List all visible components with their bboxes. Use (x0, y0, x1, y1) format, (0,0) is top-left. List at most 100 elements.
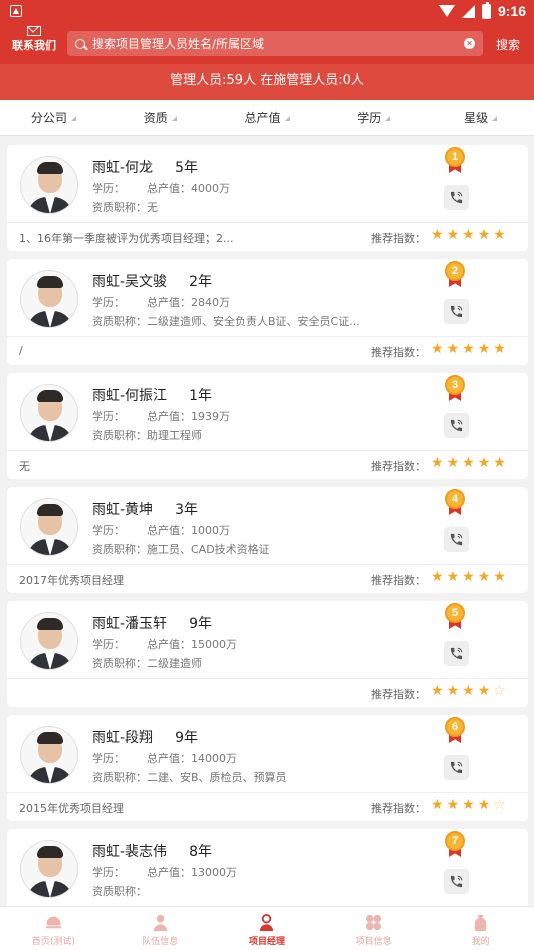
card-divider (7, 222, 528, 223)
manager-info: 学历： 总产值：13000万 (92, 864, 237, 880)
manager-info: 学历： 总产值：2840万 (92, 294, 230, 310)
star-filled-icon: ★ (462, 227, 475, 243)
caret-down-icon (385, 116, 391, 121)
manager-years: 9年 (175, 730, 198, 746)
manager-card[interactable]: 雨虹-潘玉轩 9年 学历： 总产值：15000万 资质职称：二级建造师 5 推荐指数： ★ ★ ★… (7, 601, 528, 707)
cert-value: 二建、安B、质检员、预算员 (147, 771, 287, 784)
avatar (20, 726, 78, 784)
call-button[interactable] (444, 755, 469, 780)
star-empty-icon: ☆ (493, 797, 506, 813)
star-filled-icon: ★ (462, 797, 475, 813)
rank-number: 2 (445, 261, 465, 281)
manager-note: 2015年优秀项目经理 (19, 802, 124, 815)
manager-card[interactable]: 雨虹-黄坤 3年 学历： 总产值：1000万 资质职称：施工员、CAD技术资格证 4 201… (7, 487, 528, 593)
manager-years: 2年 (189, 274, 212, 290)
filter-label: 星级 (464, 111, 489, 125)
app-notification-icon: ▲ (10, 5, 22, 17)
manager-cert: 资质职称：二级建造师、安全负责人B证、安全员C证... (92, 313, 377, 329)
rating-stars: ★★★★☆ (431, 798, 506, 812)
manager-name-line: 雨虹-裴志伟 8年 (92, 841, 212, 861)
team-icon (151, 913, 170, 932)
star-filled-icon: ★ (493, 341, 506, 357)
rank-medal-icon: 1 (444, 147, 466, 173)
output-label: 总产值： (147, 524, 191, 537)
output-value: 15000万 (191, 638, 237, 651)
filter-qualification[interactable]: 资质 (107, 100, 214, 135)
cert-label: 资质职称： (92, 771, 147, 784)
education-label: 学历： (92, 524, 125, 537)
tab-team[interactable]: 队伍信息 (107, 907, 214, 950)
call-button[interactable] (444, 299, 469, 324)
filter-star-level[interactable]: 星级 (427, 100, 534, 135)
manager-name-line: 雨虹-段翔 9年 (92, 727, 198, 747)
tab-home[interactable]: 首页(测试) (0, 907, 107, 950)
manager-cert: 资质职称： (92, 883, 377, 899)
manager-card[interactable]: 雨虹-吴文骏 2年 学历： 总产值：2840万 资质职称：二级建造师、安全负责人B证、安… (7, 259, 528, 365)
rank-number: 1 (445, 147, 465, 167)
call-button[interactable] (444, 869, 469, 894)
contact-us-button[interactable]: 联系我们 (6, 24, 62, 64)
card-divider (7, 564, 528, 565)
rating-stars: ★ ★ ★ ★ ★ (431, 228, 506, 242)
filter-branch[interactable]: 分公司 (0, 100, 107, 135)
call-button[interactable] (444, 641, 469, 666)
rank-medal-icon: 3 (444, 375, 466, 401)
search-input[interactable] (92, 36, 464, 51)
education-label: 学历： (92, 866, 125, 879)
manager-card[interactable]: 雨虹-何振江 1年 学历： 总产值：1939万 资质职称：助理工程师 3 无推荐指数： ★ ★ ★… (7, 373, 528, 479)
star-filled-icon: ★ (477, 683, 491, 699)
manager-name: 雨虹-段翔 (92, 730, 154, 746)
cert-value: 二级建造师、安全负责人B证、安全员C证... (147, 315, 360, 328)
manager-name: 雨虹-何振江 (92, 388, 168, 404)
manager-years: 9年 (189, 616, 212, 632)
star-filled-icon: ★ (493, 227, 506, 243)
filter-label: 资质 (143, 111, 168, 125)
tab-manager[interactable]: 项目经理 (214, 907, 321, 950)
tab-profile[interactable]: 我的 (427, 907, 534, 950)
rating-label: 推荐指数： (371, 346, 426, 359)
clock: 9:16 (497, 3, 526, 19)
rating-stars: ★ ★ ★ ★ ★ (431, 456, 506, 470)
manager-card[interactable]: 雨虹-段翔 9年 学历： 总产值：14000万 资质职称：二建、安B、质检员、预算员 6 2… (7, 715, 528, 821)
star-filled-icon: ★ (446, 569, 460, 585)
manager-card[interactable]: 雨虹-何龙 5年 学历： 总产值：4000万 资质职称：无 1 1、16年第一季度被评为优秀… (7, 145, 528, 251)
filter-education[interactable]: 学历 (320, 100, 427, 135)
cert-value: 无 (147, 201, 158, 214)
card-divider (7, 678, 528, 679)
star-empty-icon: ☆ (493, 683, 506, 699)
manager-note: / (19, 344, 23, 357)
rating-stars: ★ ★ ★ ★ ★ (431, 570, 506, 584)
manager-years: 5年 (175, 160, 198, 176)
rank-number: 5 (445, 603, 465, 623)
manager-cert: 资质职称：无 (92, 199, 377, 215)
call-button[interactable] (444, 527, 469, 552)
call-button[interactable] (444, 413, 469, 438)
avatar (20, 384, 78, 442)
manager-name-line: 雨虹-何龙 5年 (92, 157, 198, 177)
rank-number: 6 (445, 717, 465, 737)
rating-label: 推荐指数： (371, 232, 426, 245)
phone-icon (450, 533, 463, 546)
top-bar: 联系我们 ✕ 搜索 (0, 24, 534, 64)
output-value: 1939万 (191, 410, 230, 423)
manager-cert: 资质职称：施工员、CAD技术资格证 (92, 541, 377, 557)
star-filled-icon: ★ (477, 797, 491, 813)
cert-label: 资质职称： (92, 429, 147, 442)
filter-label: 分公司 (30, 111, 67, 125)
star-filled-icon: ★ (462, 683, 475, 699)
output-value: 13000万 (191, 866, 237, 879)
filter-output[interactable]: 总产值 (214, 100, 321, 135)
manager-cert: 资质职称：二建、安B、质检员、预算员 (92, 769, 377, 785)
avatar (20, 156, 78, 214)
clear-icon[interactable]: ✕ (464, 38, 475, 49)
education-label: 学历： (92, 410, 125, 423)
tab-project[interactable]: 项目信息 (320, 907, 427, 950)
search-button[interactable]: 搜索 (496, 36, 520, 53)
rank-medal-icon: 2 (444, 261, 466, 287)
caret-down-icon (70, 116, 76, 121)
avatar (20, 612, 78, 670)
call-button[interactable] (444, 185, 469, 210)
signal-icon (461, 4, 475, 18)
education-label: 学历： (92, 638, 125, 651)
caret-down-icon (171, 116, 177, 121)
